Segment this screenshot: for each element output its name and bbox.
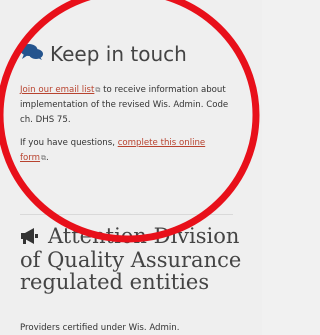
sidebar-panel: Keep in touch Join our email list⧉ to re… bbox=[0, 0, 262, 335]
questions-text: If you have questions, bbox=[20, 138, 118, 148]
email-paragraph: Join our email list⧉ to receive informat… bbox=[20, 83, 235, 128]
megaphone-icon bbox=[20, 227, 44, 249]
keep-in-touch-heading: Keep in touch bbox=[20, 43, 187, 65]
email-list-link[interactable]: Join our email list bbox=[20, 85, 94, 95]
attention-title-line2: of Quality Assurance bbox=[20, 248, 242, 272]
attention-title-line3: regulated entities bbox=[20, 270, 210, 294]
questions-period: . bbox=[46, 153, 49, 163]
keep-in-touch-title: Keep in touch bbox=[50, 42, 187, 66]
speech-bubbles-icon bbox=[20, 43, 44, 65]
section-divider bbox=[20, 214, 233, 215]
attention-title-line1: Attention Division bbox=[48, 224, 240, 248]
questions-paragraph: If you have questions, complete this onl… bbox=[20, 136, 235, 166]
attention-heading: Attention Division of Quality Assurance … bbox=[20, 225, 245, 293]
providers-paragraph: Providers certified under Wis. Admin. bbox=[20, 323, 180, 333]
